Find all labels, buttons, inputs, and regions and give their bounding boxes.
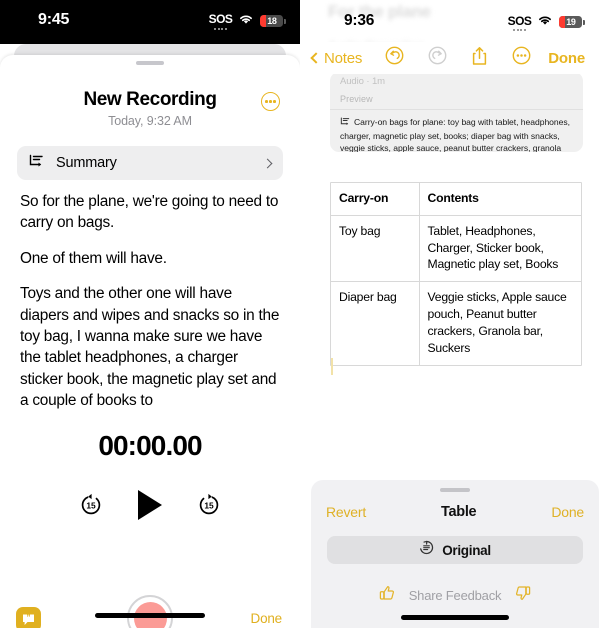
back-to-notes-button[interactable]: Notes <box>310 49 363 67</box>
note-table[interactable]: Carry-on Contents Toy bag Tablet, Headph… <box>330 182 582 366</box>
thumbs-up-icon[interactable] <box>379 585 395 606</box>
status-time: 9:45 <box>38 11 70 28</box>
notes-panel: For the plane Audio Recording 9:36 SOS <box>300 0 599 628</box>
share-feedback-label[interactable]: Share Feedback <box>409 588 502 603</box>
status-indicators: SOS 18 <box>209 12 286 30</box>
transcript-paragraph: One of them will have. <box>20 249 167 267</box>
skip-back-15-icon[interactable]: 15 <box>78 492 104 518</box>
screenshot-root: 9:45 SOS 18 New Recording Today, 9:32 AM… <box>0 0 599 628</box>
sheet-header: Revert Table Done <box>311 500 599 524</box>
sheet-title: Table <box>441 504 477 520</box>
record-button-icon[interactable] <box>127 595 173 628</box>
svg-text:15: 15 <box>86 501 96 511</box>
page-title: New Recording <box>83 89 217 110</box>
original-version-icon <box>419 540 434 560</box>
svg-text:”: ” <box>27 613 31 622</box>
done-button[interactable]: Done <box>551 504 584 520</box>
sos-indicator: SOS <box>209 12 233 30</box>
table-row[interactable]: Toy bag Tablet, Headphones, Charger, Sti… <box>331 215 581 283</box>
transcript-text[interactable]: So for the plane, we're going to need to… <box>20 191 282 447</box>
toolbar-icons <box>368 46 548 71</box>
summary-label: Summary <box>56 155 117 171</box>
audio-meta: Audio · 1m <box>340 76 385 87</box>
done-button[interactable]: Done <box>251 611 283 626</box>
original-version-button[interactable]: Original <box>327 536 583 564</box>
table-header-row: Carry-on Contents <box>331 183 581 216</box>
voice-memo-panel: 9:45 SOS 18 New Recording Today, 9:32 AM… <box>0 0 300 628</box>
summary-icon <box>29 154 45 173</box>
home-indicator <box>401 615 509 620</box>
summary-row[interactable]: Summary <box>17 146 283 180</box>
battery-indicator: 18 <box>260 15 286 27</box>
ellipsis-circle-icon[interactable] <box>261 92 280 111</box>
summary-icon <box>340 117 351 130</box>
text-cursor <box>331 358 333 375</box>
table-options-sheet: Revert Table Done Original Share Feedbac… <box>311 480 599 628</box>
table-row[interactable]: Diaper bag Veggie sticks, Apple sauce po… <box>331 281 581 365</box>
feedback-row: Share Feedback <box>311 585 599 606</box>
status-bar-left: 9:45 SOS 18 <box>0 0 300 44</box>
skip-forward-15-icon[interactable]: 15 <box>196 492 222 518</box>
playback-timer: 00:00.00 <box>98 430 202 461</box>
status-indicators: SOS 19 <box>508 13 585 31</box>
transcript-quote-icon[interactable]: ” <box>16 607 41 628</box>
share-icon[interactable] <box>471 46 488 71</box>
svg-text:15: 15 <box>204 501 214 511</box>
thumbs-down-icon[interactable] <box>515 585 531 606</box>
home-indicator <box>95 613 205 618</box>
preview-label: Preview <box>340 94 373 104</box>
sheet-grabber[interactable] <box>440 488 470 492</box>
table-cell[interactable]: Diaper bag <box>331 281 420 365</box>
status-time: 9:36 <box>344 12 375 29</box>
battery-indicator: 19 <box>559 16 585 28</box>
transcript-paragraph: So for the plane, we're going to need to… <box>20 193 279 232</box>
preview-body-text: Carry-on bags for plane: toy bag with ta… <box>340 117 570 152</box>
preview-body: Carry-on bags for plane: toy bag with ta… <box>340 116 573 152</box>
revert-button[interactable]: Revert <box>326 504 366 520</box>
table-cell[interactable]: Tablet, Headphones, Charger, Sticker boo… <box>419 215 581 283</box>
audio-preview-card[interactable]: Audio · 1m Preview Carry-on bags for pla… <box>330 72 583 152</box>
recording-date: Today, 9:32 AM <box>108 114 192 128</box>
notes-toolbar: Notes Done <box>300 42 599 74</box>
transcript-paragraph: Toys and the other one will have diapers… <box>20 285 280 410</box>
battery-level: 18 <box>267 15 277 26</box>
recording-sheet: New Recording Today, 9:32 AM Summary So … <box>0 55 300 628</box>
preview-divider <box>330 109 583 110</box>
playback-controls: 15 15 <box>0 490 300 520</box>
original-label: Original <box>442 542 491 558</box>
table-header-cell: Carry-on <box>331 183 420 216</box>
sos-indicator: SOS <box>508 14 532 31</box>
play-icon[interactable] <box>138 490 162 520</box>
ellipsis-circle-icon[interactable] <box>512 46 531 70</box>
chevron-right-icon <box>262 158 273 168</box>
status-bar-right: 9:36 SOS 19 <box>300 10 599 36</box>
done-button[interactable]: Done <box>548 50 585 67</box>
battery-level: 19 <box>566 16 576 27</box>
table-cell[interactable]: Toy bag <box>331 215 420 283</box>
redo-icon <box>428 46 447 70</box>
table-cell[interactable]: Veggie sticks, Apple sauce pouch, Peanut… <box>419 282 581 365</box>
back-label: Notes <box>324 49 363 67</box>
table-header-cell: Contents <box>419 183 581 216</box>
wifi-icon <box>238 12 254 30</box>
sheet-grabber[interactable] <box>136 61 164 65</box>
undo-icon[interactable] <box>385 46 404 70</box>
recorder-bottom-bar: ” Done <box>0 595 300 628</box>
chevron-left-icon <box>310 52 322 64</box>
wifi-icon <box>537 13 553 31</box>
